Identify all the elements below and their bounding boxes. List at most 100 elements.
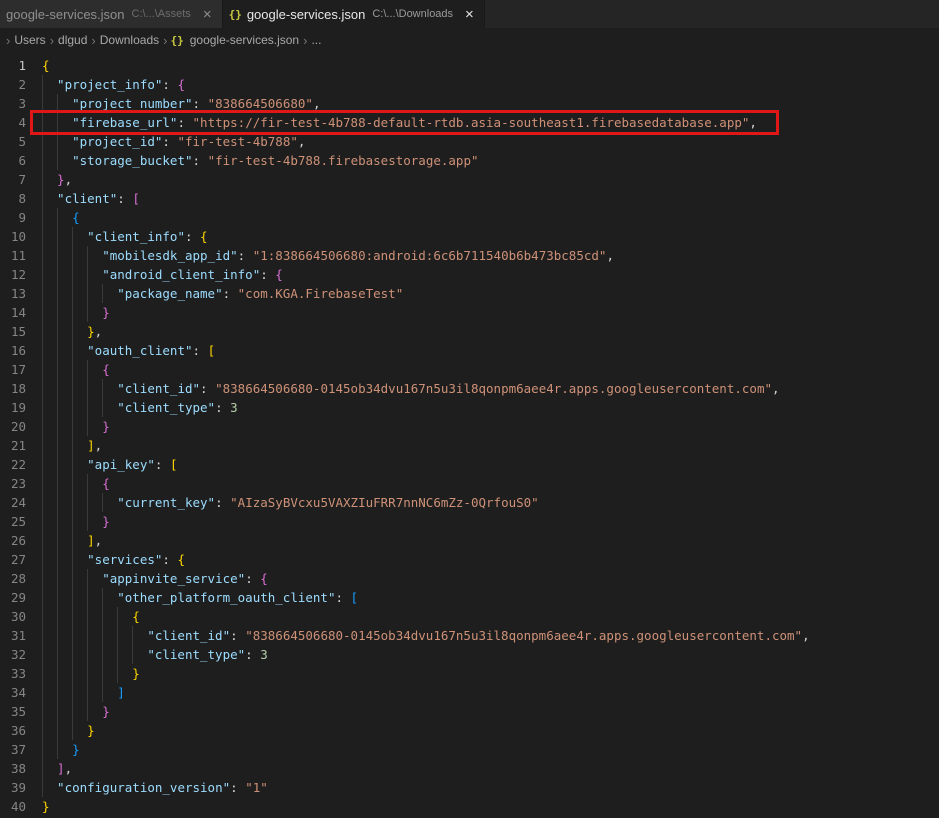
indent-guide xyxy=(87,569,102,588)
chevron-right-icon: › xyxy=(91,32,96,48)
code-line[interactable]: 26], xyxy=(0,531,939,550)
line-number[interactable]: 16 xyxy=(0,341,36,360)
line-number[interactable]: 25 xyxy=(0,512,36,531)
code-line[interactable]: 28 "appinvite_service": { xyxy=(0,569,939,588)
code-line[interactable]: 38], xyxy=(0,759,939,778)
code-line[interactable]: 22 "api_key": [ xyxy=(0,455,939,474)
code-line[interactable]: 18 "client_id": "838664506680-0145ob34dvu… xyxy=(0,379,939,398)
editor[interactable]: 1{2 "project_info": {3 "project_number": "… xyxy=(0,52,939,818)
line-number[interactable]: 10 xyxy=(0,227,36,246)
code-text: "services": { xyxy=(36,550,185,569)
line-number[interactable]: 35 xyxy=(0,702,36,721)
line-number[interactable]: 34 xyxy=(0,683,36,702)
code-line[interactable]: 29 "other_platform_oauth_client": [ xyxy=(0,588,939,607)
line-number[interactable]: 4 xyxy=(0,113,36,132)
line-number[interactable]: 24 xyxy=(0,493,36,512)
indent-guide xyxy=(42,607,57,626)
code-line[interactable]: 33} xyxy=(0,664,939,683)
line-number[interactable]: 2 xyxy=(0,75,36,94)
breadcrumb-item-symbol-path[interactable]: ... xyxy=(310,33,322,47)
code-line[interactable]: 8 "client": [ xyxy=(0,189,939,208)
code-line[interactable]: 14} xyxy=(0,303,939,322)
line-number[interactable]: 11 xyxy=(0,246,36,265)
code-line[interactable]: 30{ xyxy=(0,607,939,626)
line-number[interactable]: 19 xyxy=(0,398,36,417)
line-number[interactable]: 9 xyxy=(0,208,36,227)
code-line[interactable]: 36} xyxy=(0,721,939,740)
code-line[interactable]: 34] xyxy=(0,683,939,702)
code-line[interactable]: 31 "client_id": "838664506680-0145ob34dvu… xyxy=(0,626,939,645)
line-number[interactable]: 20 xyxy=(0,417,36,436)
line-number[interactable]: 38 xyxy=(0,759,36,778)
code-line[interactable]: 32 "client_type": 3 xyxy=(0,645,939,664)
code-line[interactable]: 4 "firebase_url": "https://fir-test-4b788… xyxy=(0,113,939,132)
code-line[interactable]: 10 "client_info": { xyxy=(0,227,939,246)
line-number[interactable]: 15 xyxy=(0,322,36,341)
line-number[interactable]: 18 xyxy=(0,379,36,398)
code-line[interactable]: 3 "project_number": "838664506680", xyxy=(0,94,939,113)
line-number[interactable]: 7 xyxy=(0,170,36,189)
code-line[interactable]: 9{ xyxy=(0,208,939,227)
line-number[interactable]: 5 xyxy=(0,132,36,151)
line-number[interactable]: 30 xyxy=(0,607,36,626)
line-number[interactable]: 1 xyxy=(0,56,36,75)
chevron-right-icon: › xyxy=(49,32,55,48)
indent-guide xyxy=(72,702,87,721)
code-line[interactable]: 7}, xyxy=(0,170,939,189)
line-number[interactable]: 26 xyxy=(0,531,36,550)
code-text: }, xyxy=(36,322,102,341)
line-number[interactable]: 40 xyxy=(0,797,36,816)
code-line[interactable]: 11 "mobilesdk_app_id": "1:838664506680:an… xyxy=(0,246,939,265)
code-line[interactable]: 12 "android_client_info": { xyxy=(0,265,939,284)
line-number[interactable]: 37 xyxy=(0,740,36,759)
code-line[interactable]: 16 "oauth_client": [ xyxy=(0,341,939,360)
close-icon[interactable]: × xyxy=(203,7,212,22)
code-text: }, xyxy=(36,170,72,189)
tab-google-services-assets[interactable]: google-services.json C:\...\Assets × xyxy=(0,0,223,28)
code-line[interactable]: 15}, xyxy=(0,322,939,341)
code-line[interactable]: 19 "client_type": 3 xyxy=(0,398,939,417)
line-number[interactable]: 3 xyxy=(0,94,36,113)
code-line[interactable]: 17{ xyxy=(0,360,939,379)
breadcrumb-item-filename[interactable]: google-services.json xyxy=(189,33,300,47)
line-number[interactable]: 6 xyxy=(0,151,36,170)
line-number[interactable]: 17 xyxy=(0,360,36,379)
code-line[interactable]: 21], xyxy=(0,436,939,455)
code-line[interactable]: 23{ xyxy=(0,474,939,493)
code-line[interactable]: 6 "storage_bucket": "fir-test-4b788.fireb… xyxy=(0,151,939,170)
line-number[interactable]: 27 xyxy=(0,550,36,569)
code-line[interactable]: 25} xyxy=(0,512,939,531)
close-icon[interactable]: × xyxy=(465,7,474,22)
line-number[interactable]: 14 xyxy=(0,303,36,322)
line-number[interactable]: 21 xyxy=(0,436,36,455)
line-number[interactable]: 33 xyxy=(0,664,36,683)
line-number[interactable]: 13 xyxy=(0,284,36,303)
code-line[interactable]: 27 "services": { xyxy=(0,550,939,569)
breadcrumb-item-downloads[interactable]: Downloads xyxy=(99,33,160,47)
line-number[interactable]: 36 xyxy=(0,721,36,740)
line-number[interactable]: 22 xyxy=(0,455,36,474)
code-line[interactable]: 2 "project_info": { xyxy=(0,75,939,94)
code-line[interactable]: 40} xyxy=(0,797,939,816)
code-line[interactable]: 39 "configuration_version": "1" xyxy=(0,778,939,797)
code-line[interactable]: 13 "package_name": "com.KGA.FirebaseTest" xyxy=(0,284,939,303)
line-number[interactable]: 23 xyxy=(0,474,36,493)
line-number[interactable]: 29 xyxy=(0,588,36,607)
code-line[interactable]: 5 "project_id": "fir-test-4b788", xyxy=(0,132,939,151)
code-line[interactable]: 35} xyxy=(0,702,939,721)
line-number[interactable]: 32 xyxy=(0,645,36,664)
line-number[interactable]: 31 xyxy=(0,626,36,645)
line-number[interactable]: 12 xyxy=(0,265,36,284)
code-line[interactable]: 37} xyxy=(0,740,939,759)
indent-guide xyxy=(42,531,57,550)
indent-guide xyxy=(57,284,72,303)
code-line[interactable]: 24 "current_key": "AIzaSyBVcxu5VAXZIuFRR7… xyxy=(0,493,939,512)
line-number[interactable]: 8 xyxy=(0,189,36,208)
code-line[interactable]: 20} xyxy=(0,417,939,436)
line-number[interactable]: 39 xyxy=(0,778,36,797)
line-number[interactable]: 28 xyxy=(0,569,36,588)
breadcrumb-item-dlgud[interactable]: dlgud xyxy=(57,33,88,47)
breadcrumb-item-users[interactable]: Users xyxy=(13,33,46,47)
code-line[interactable]: 1{ xyxy=(0,56,939,75)
tab-google-services-downloads[interactable]: {} google-services.json C:\...\Downloads… xyxy=(222,0,485,28)
